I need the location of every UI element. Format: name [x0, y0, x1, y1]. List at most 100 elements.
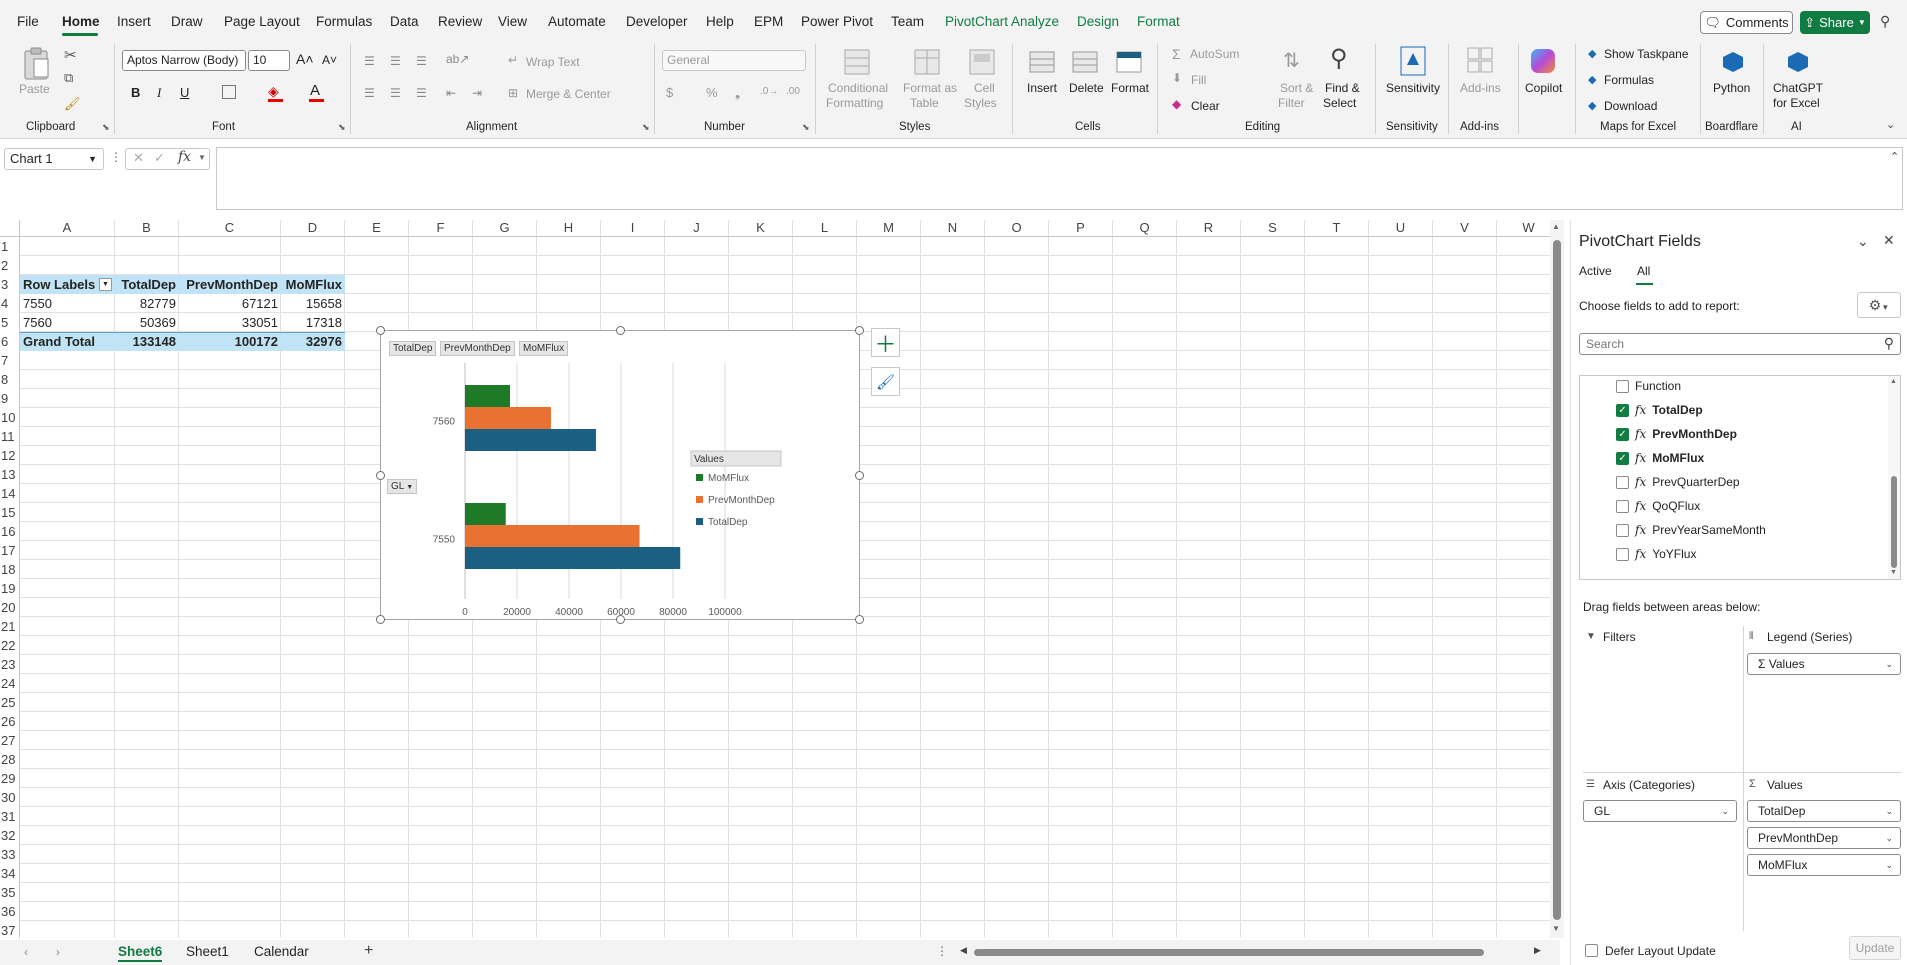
row-header[interactable]: 13 [0, 465, 20, 484]
delete-cells-label[interactable]: Delete [1069, 81, 1104, 96]
tab-developer[interactable]: Developer [626, 14, 688, 29]
field-checkbox[interactable] [1616, 547, 1629, 561]
row-header[interactable]: 30 [0, 788, 20, 807]
row-header[interactable]: 22 [0, 636, 20, 655]
scroll-right-icon[interactable]: ▶ [1534, 945, 1541, 956]
increase-font-icon[interactable]: A˄ [296, 52, 314, 67]
row-header[interactable]: 29 [0, 769, 20, 788]
font-name-select[interactable]: Aptos Narrow (Body) [122, 50, 246, 71]
sort-filter-label-2[interactable]: Filter [1278, 96, 1305, 111]
comma-icon[interactable]: ❟ [735, 85, 740, 101]
row-header[interactable]: 31 [0, 807, 20, 826]
underline-button[interactable]: U [180, 85, 189, 100]
chart-elements-button[interactable]: ＋ [871, 328, 900, 357]
sensitivity-label[interactable]: Sensitivity [1386, 81, 1440, 96]
field-item[interactable]: fx PrevQuarterDep [1616, 472, 1740, 492]
column-header[interactable]: P [1049, 220, 1113, 236]
field-scroll-thumb[interactable] [1891, 476, 1897, 568]
bar-momflux-7560[interactable] [465, 385, 511, 407]
pivot-total-cell[interactable]: 100172 [179, 332, 281, 351]
pivot-cell[interactable]: 50369 [115, 313, 179, 332]
maps-formulas-label[interactable]: Formulas [1604, 73, 1654, 88]
row-header[interactable]: 4 [0, 294, 20, 313]
tab-view[interactable]: View [498, 14, 527, 29]
pivot-header-cell[interactable]: MoMFlux [281, 275, 345, 294]
format-as-table-icon[interactable] [912, 47, 942, 77]
align-bottom-icon[interactable]: ☰ [416, 54, 427, 68]
row-header[interactable]: 28 [0, 750, 20, 769]
align-middle-icon[interactable]: ☰ [390, 54, 401, 68]
tab-team[interactable]: Team [891, 14, 924, 29]
column-header[interactable]: D [281, 220, 345, 236]
row-header[interactable]: 14 [0, 484, 20, 503]
cell-styles-label-2[interactable]: Styles [964, 96, 997, 111]
column-header[interactable]: I [601, 220, 665, 236]
tab-help[interactable]: Help [706, 14, 734, 29]
copilot-icon[interactable] [1528, 44, 1558, 78]
add-sheet-icon[interactable]: + [364, 942, 373, 960]
autosum-label[interactable]: AutoSum [1190, 47, 1239, 62]
pivot-cell[interactable]: 33051 [179, 313, 281, 332]
delete-cells-icon[interactable] [1070, 47, 1100, 77]
field-item[interactable]: fx PrevYearSameMonth [1616, 520, 1766, 540]
borders-icon[interactable] [222, 85, 236, 99]
row-header[interactable]: 18 [0, 560, 20, 579]
column-header[interactable]: L [793, 220, 857, 236]
sheet-tab-sheet6[interactable]: Sheet6 [118, 944, 163, 962]
eraser-icon[interactable]: ◆ [1172, 97, 1181, 111]
row-header[interactable]: 19 [0, 579, 20, 598]
bar-momflux-7550[interactable] [465, 503, 506, 525]
column-header[interactable]: T [1305, 220, 1369, 236]
align-center-icon[interactable]: ☰ [390, 86, 401, 100]
format-cells-icon[interactable] [1114, 45, 1144, 77]
row-header[interactable]: 8 [0, 370, 20, 389]
scroll-up-icon[interactable]: ▲ [1552, 222, 1560, 231]
tab-insert[interactable]: Insert [117, 14, 151, 29]
tab-format[interactable]: Format [1137, 14, 1180, 29]
comments-button[interactable]: 🗨 Comments [1700, 11, 1793, 34]
bold-button[interactable]: B [131, 85, 140, 100]
column-header[interactable]: R [1177, 220, 1241, 236]
bar-totaldep-7550[interactable] [465, 547, 681, 569]
row-header[interactable]: 32 [0, 826, 20, 845]
copilot-label[interactable]: Copilot [1525, 81, 1562, 96]
decrease-indent-icon[interactable]: ⇤ [446, 86, 456, 100]
formula-input[interactable] [216, 147, 1903, 210]
pivot-cell[interactable]: 7560 [20, 313, 115, 332]
row-header[interactable]: 33 [0, 845, 20, 864]
row-header[interactable]: 6 [0, 332, 20, 351]
row-header[interactable]: 1 [0, 237, 20, 256]
sort-filter-icon[interactable]: ⇅ [1283, 48, 1300, 73]
tab-all[interactable]: All [1637, 264, 1650, 278]
row-header[interactable]: 2 [0, 256, 20, 275]
pivot-cell[interactable]: 82779 [115, 294, 179, 313]
resize-handle[interactable] [376, 326, 385, 335]
autosum-icon[interactable]: Σ [1172, 46, 1181, 62]
scroll-thumb[interactable] [1553, 240, 1561, 920]
copy-icon[interactable]: ⧉ [64, 70, 73, 86]
clipboard-launcher-icon[interactable]: ⬊ [102, 122, 110, 133]
sheet-tab-sheet1[interactable]: Sheet1 [186, 944, 229, 959]
pivot-total-cell[interactable]: 133148 [115, 332, 179, 351]
column-header[interactable]: G [473, 220, 537, 236]
tab-page-layout[interactable]: Page Layout [224, 14, 300, 29]
scroll-left-icon[interactable]: ◀ [960, 945, 967, 956]
tab-home[interactable]: Home [62, 14, 100, 29]
tab-automate[interactable]: Automate [548, 14, 606, 29]
row-header[interactable]: 27 [0, 731, 20, 750]
expand-formula-icon[interactable]: ⌃ [1890, 150, 1899, 163]
axis-field-gl[interactable]: GL ⌄ [1583, 800, 1737, 822]
tab-review[interactable]: Review [438, 14, 482, 29]
chart-axis-field-button[interactable]: GL ▼ [387, 479, 418, 494]
field-checkbox[interactable]: ✓ [1616, 451, 1629, 465]
person-search-icon[interactable]: ⚲ [1880, 13, 1890, 30]
number-format-select[interactable]: General [662, 50, 806, 71]
italic-button[interactable]: I [157, 85, 161, 100]
insert-function-icon[interactable]: fx [178, 149, 191, 165]
fill-icon[interactable]: ⬇ [1172, 71, 1182, 85]
conditional-formatting-label[interactable]: Conditional [828, 81, 888, 96]
bar-prevmonthdep-7560[interactable] [465, 407, 551, 429]
align-right-icon[interactable]: ☰ [416, 86, 427, 100]
percent-icon[interactable]: % [706, 85, 718, 100]
increase-indent-icon[interactable]: ⇥ [472, 86, 482, 100]
